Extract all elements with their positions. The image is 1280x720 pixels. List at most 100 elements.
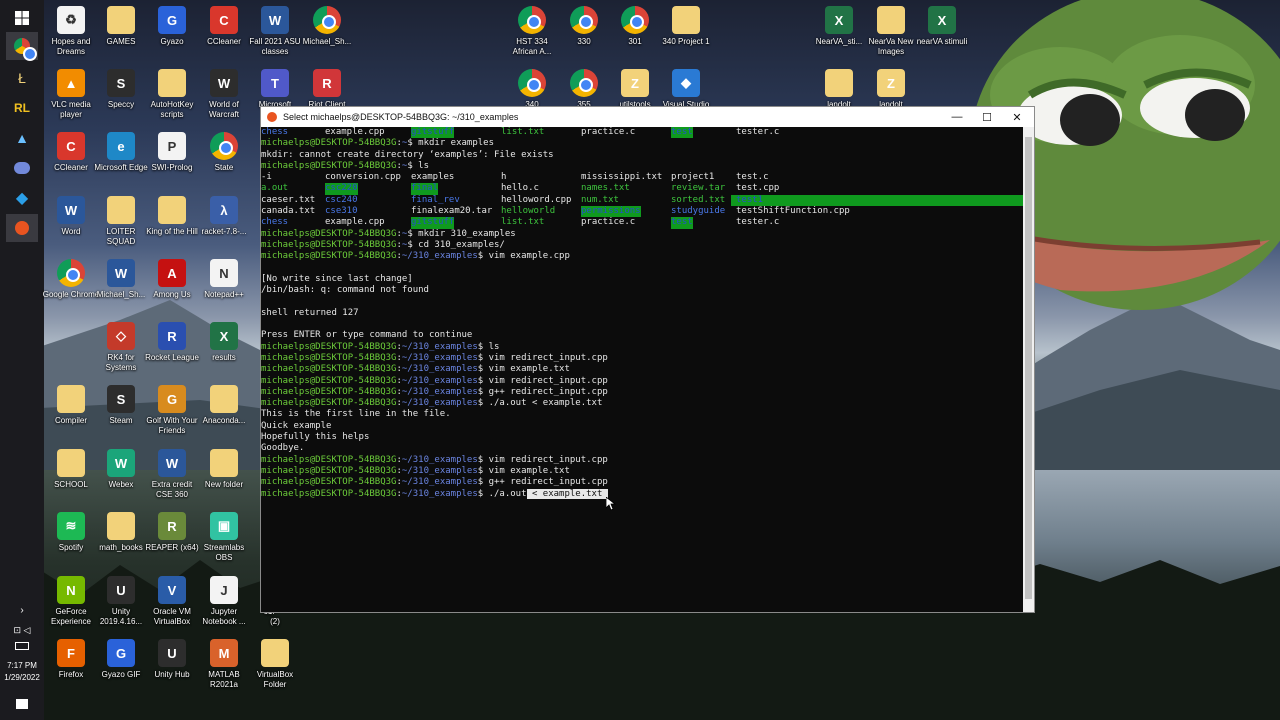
desktop-icon-racket[interactable]: λ racket-7.8-... <box>195 196 253 237</box>
desktop-icon-folder[interactable]: math_books <box>92 512 150 553</box>
desktop-icon-virtualbox[interactable]: V Oracle VM VirtualBox <box>143 576 201 627</box>
ls-entry: test.c <box>736 172 769 183</box>
minimize-button[interactable]: — <box>942 107 972 127</box>
terminal-line: michaelps@DESKTOP-54BBQ3G:~/310_examples… <box>261 466 1024 477</box>
terminal-line: a.out csc220 final hello.c names.txt review.t… <box>261 183 1024 195</box>
taskbar-files[interactable]: Ł <box>6 64 38 92</box>
desktop-icon-label: VirtualBox Folder <box>256 670 294 689</box>
taskbar-ubuntu[interactable] <box>6 214 38 242</box>
desktop-icon-zip[interactable]: Zutilstools <box>606 69 664 110</box>
maximize-button[interactable]: ☐ <box>972 107 1002 127</box>
desktop-icon-folder[interactable]: VirtualBox Folder <box>246 639 304 690</box>
desktop-icon-chrome[interactable]: 340 <box>503 69 561 110</box>
desktop-icon-folder[interactable]: LOITER SQUAD <box>92 196 150 247</box>
chrome-icon <box>518 6 546 34</box>
desktop-icon-label: 340 Project 1 <box>662 37 710 46</box>
unity-icon: U <box>158 639 186 667</box>
desktop-icon-rocket[interactable]: R Rocket League <box>143 322 201 363</box>
prompt-symbol: $ <box>477 341 489 352</box>
desktop-icon-excel[interactable]: XnearVA stimuli <box>913 6 971 47</box>
desktop-icon-amongus[interactable]: A Among Us <box>143 259 201 300</box>
desktop-icon-teams[interactable]: T Microsoft <box>246 69 304 110</box>
desktop-icon-chrome[interactable]: HST 334 African A... <box>503 6 561 57</box>
desktop-icon-chrome[interactable]: 301 <box>606 6 664 47</box>
terminal-text: mkdir: cannot create directory ‘examples… <box>261 149 554 160</box>
desktop-icon-zip[interactable]: Zlandolt <box>862 69 920 110</box>
desktop-icon-folder[interactable]: landolt <box>810 69 868 110</box>
terminal-line: michaelps@DESKTOP-54BBQ3G:~/310_examples… <box>261 477 1024 488</box>
folder-icon <box>107 512 135 540</box>
desktop-icon-steam[interactable]: S Steam <box>92 385 150 426</box>
geforce-icon: N <box>57 576 85 604</box>
notification-button[interactable] <box>6 690 38 718</box>
desktop-icon-word[interactable]: W Fall 2021 ASU classes <box>246 6 304 57</box>
taskbar-chrome[interactable] <box>6 32 38 61</box>
desktop-icon-unity[interactable]: U Unity Hub <box>143 639 201 680</box>
ls-entry: caeser.txt <box>261 194 316 205</box>
prompt-symbol: $ <box>477 386 489 397</box>
desktop-icon-excel[interactable]: Xresults <box>195 322 253 363</box>
desktop-icon-unity[interactable]: U Unity 2019.4.16... <box>92 576 150 627</box>
prompt-path: ~/310_examples <box>401 352 478 363</box>
desktop-icon-prolog[interactable]: P SWI-Prolog <box>143 132 201 173</box>
desktop-icon-folder[interactable]: 340 Project 1 <box>657 6 715 47</box>
desktop-icon-chrome[interactable]: State <box>195 132 253 173</box>
desktop-icon-streamlabs[interactable]: ▣ Streamlabs OBS <box>195 512 253 563</box>
desktop-icon-folder[interactable]: GAMES <box>92 6 150 47</box>
desktop-icon-speccy[interactable]: S Speccy <box>92 69 150 110</box>
taskbar-latex[interactable]: RL <box>6 94 38 122</box>
desktop-icon-excel[interactable]: X NearVA_sti... <box>810 6 868 47</box>
desktop-icon-folder[interactable]: King of the Hill <box>143 196 201 237</box>
windows-start-button[interactable] <box>6 4 38 32</box>
desktop-icon-folder[interactable]: AutoHotKey scripts <box>143 69 201 120</box>
ls-entry: final <box>411 183 439 195</box>
taskbar-clock[interactable]: 7:17 PM 1/29/2022 <box>0 660 44 684</box>
desktop-icon-ccleaner[interactable]: C CCleaner <box>195 6 253 47</box>
desktop-icon-gyazo[interactable]: G Gyazo GIF <box>92 639 150 680</box>
desktop-icon-word[interactable]: W Extra credit CSE 360 <box>143 449 201 500</box>
desktop-icon-label: math_books <box>99 543 143 552</box>
terminal-window[interactable]: Select michaelps@DESKTOP-54BBQ3G: ~/310_… <box>260 106 1035 613</box>
terminal-line: michaelps@DESKTOP-54BBQ3G:~/310_examples… <box>261 376 1024 387</box>
desktop-icon-chrome[interactable]: 355 <box>555 69 613 110</box>
desktop-icon-wow[interactable]: W World of Warcraft <box>195 69 253 120</box>
desktop-icon-gyazo[interactable]: G Gyazo <box>143 6 201 47</box>
desktop-icon-riot[interactable]: R Riot Client <box>298 69 356 110</box>
steam-icon: S <box>107 385 135 413</box>
desktop-icon-reaper[interactable]: R REAPER (x64) <box>143 512 201 553</box>
desktop-icon-vs[interactable]: ◆ Visual Studio <box>657 69 715 110</box>
prompt-command: vim example.txt <box>488 364 570 375</box>
terminal-line: michaelps@DESKTOP-54BBQ3G:~$ ls <box>261 161 1024 172</box>
desktop-icon-label: Word <box>61 227 81 236</box>
desktop-icon-rk4[interactable]: ◇ RK4 for Systems <box>92 322 150 373</box>
desktop-icon-edge[interactable]: e Microsoft Edge <box>92 132 150 173</box>
prompt-user-host: michaelps@DESKTOP-54BBQ3G <box>261 386 397 397</box>
minimize-icon: — <box>951 111 963 123</box>
desktop-icon-jupyter[interactable]: J Jupyter Notebook ... <box>195 576 253 627</box>
terminal-text: [No write since last change] <box>261 273 413 284</box>
scrollbar-thumb[interactable] <box>1025 137 1032 599</box>
terminal-line: Goodbye. <box>261 443 1024 454</box>
terminal-line: Quick example <box>261 421 1024 432</box>
close-button[interactable]: ✕ <box>1002 107 1032 127</box>
taskbar-vscode[interactable]: ◆ <box>6 184 38 212</box>
desktop-icon-label: 301 <box>628 37 642 46</box>
terminal-output[interactable]: chess example.cpp gitstuff list.txt practice… <box>261 127 1024 612</box>
desktop-icon-folder[interactable]: Anaconda... <box>195 385 253 426</box>
desktop-icon-folder[interactable]: NearVa New Images <box>862 6 920 57</box>
taskbar-discord[interactable] <box>6 154 38 182</box>
taskbar-ide[interactable]: ▲ <box>6 124 38 152</box>
terminal-scrollbar[interactable] <box>1023 127 1034 612</box>
tray-keyboard[interactable] <box>6 632 38 660</box>
desktop-icon-folder[interactable]: New folder <box>195 449 253 490</box>
chrome-icon <box>570 6 598 34</box>
desktop-icon-matlab[interactable]: M MATLAB R2021a <box>195 639 253 690</box>
desktop-icon-chrome[interactable]: Michael_Sh... <box>298 6 356 47</box>
desktop-icon-webex[interactable]: W Webex <box>92 449 150 490</box>
desktop-icon-word[interactable]: W Michael_Sh... <box>92 259 150 300</box>
desktop-icon-notepad[interactable]: N Notepad++ <box>195 259 253 300</box>
desktop-icon-chrome[interactable]: 330 <box>555 6 613 47</box>
window-titlebar[interactable]: Select michaelps@DESKTOP-54BBQ3G: ~/310_… <box>261 107 1034 127</box>
desktop-icon-label: SCHOOL <box>54 480 88 489</box>
desktop-icon-golf[interactable]: G Golf With Your Friends <box>143 385 201 436</box>
